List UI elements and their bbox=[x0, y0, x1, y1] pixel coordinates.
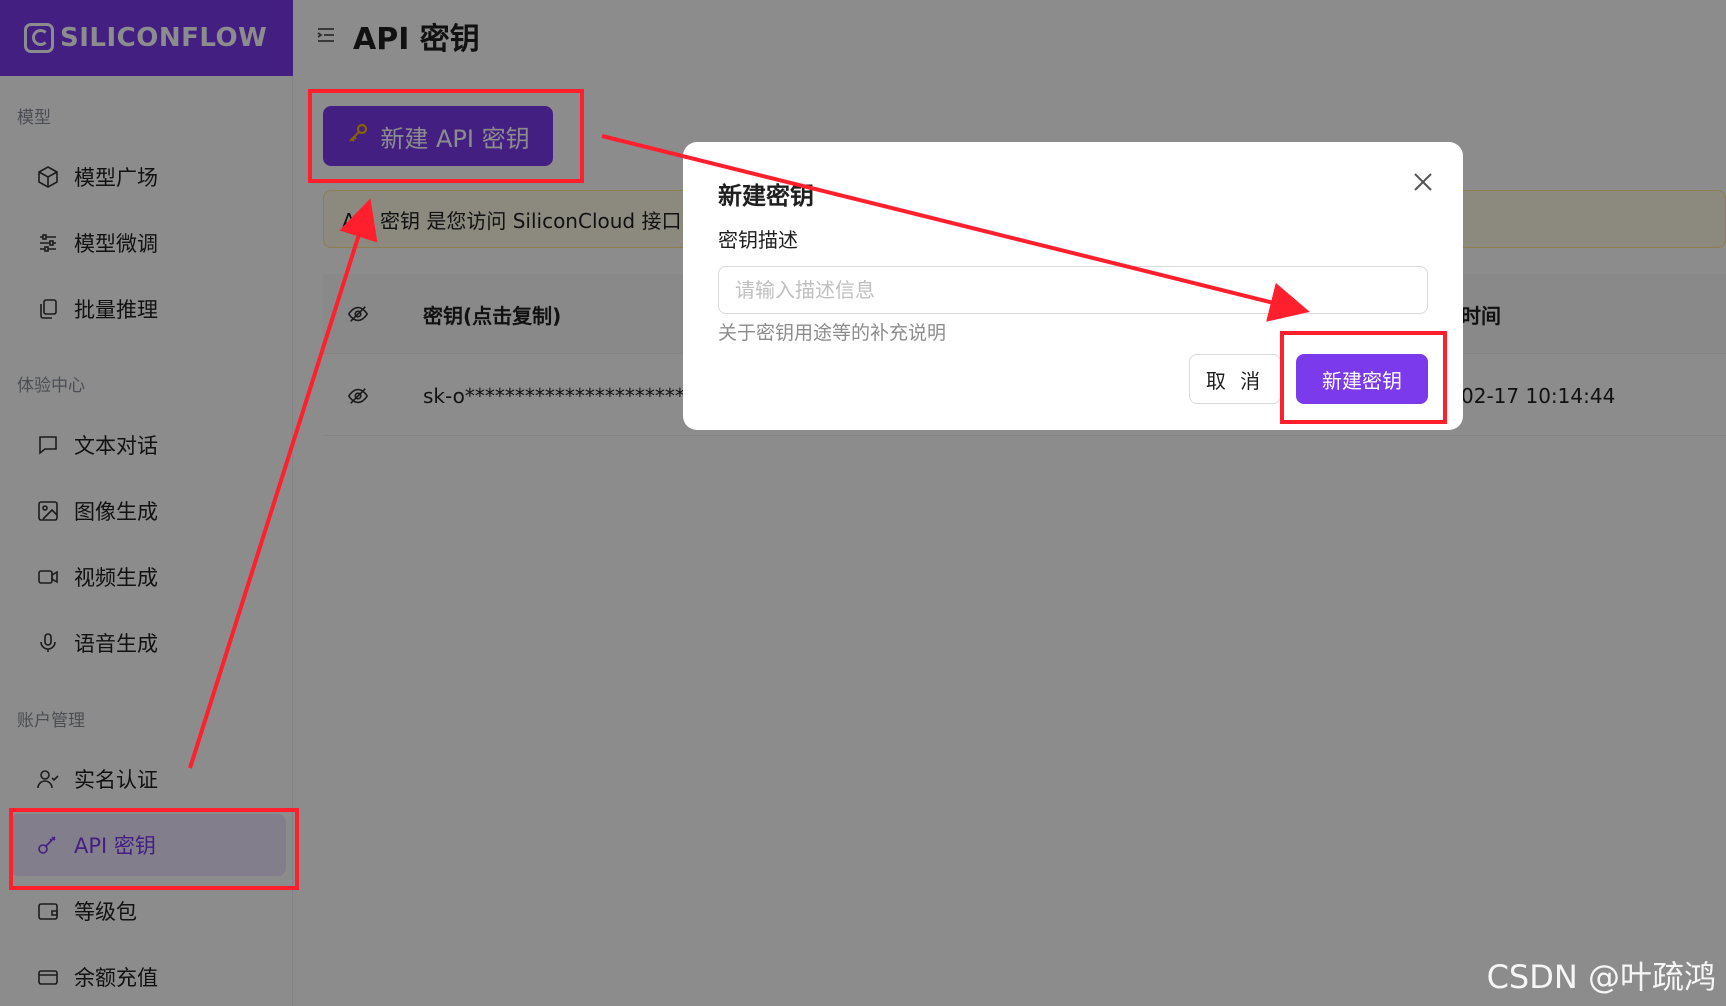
highlight-new-key-button bbox=[308, 89, 584, 183]
description-label: 密钥描述 bbox=[718, 228, 798, 252]
highlight-create-button bbox=[1280, 331, 1447, 424]
modal-title: 新建密钥 bbox=[718, 182, 814, 210]
description-help: 关于密钥用途等的补充说明 bbox=[718, 322, 947, 344]
description-input[interactable] bbox=[718, 266, 1428, 314]
watermark: CSDN @叶疏鸿 bbox=[1486, 958, 1716, 996]
close-icon[interactable] bbox=[1409, 168, 1437, 196]
highlight-sidebar-api-keys bbox=[9, 808, 299, 890]
cancel-button[interactable]: 取 消 bbox=[1189, 354, 1281, 404]
